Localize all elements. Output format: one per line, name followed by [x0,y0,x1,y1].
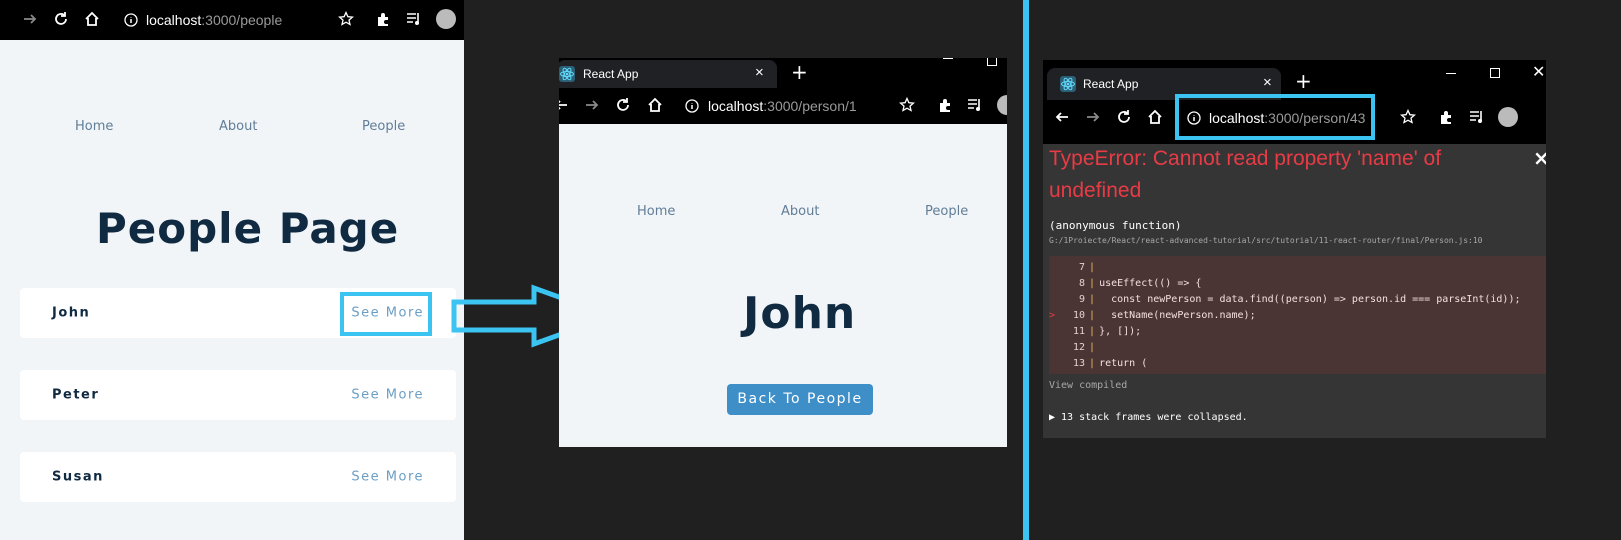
person-card: Peter See More [20,370,456,420]
code-line: 8 | useEffect(() => { [1079,278,1202,289]
nav-home[interactable]: Home [75,119,113,134]
home-icon[interactable] [647,97,663,117]
star-icon[interactable] [1400,108,1416,129]
avatar-icon[interactable] [997,95,1007,115]
person-card: Susan See More [20,452,456,502]
close-tab-icon[interactable]: × [755,64,764,81]
code-line: 12 | [1072,342,1096,353]
media-icon[interactable] [967,97,983,117]
address-bar[interactable]: localhost:3000/person/1 [708,98,857,114]
new-tab-icon[interactable]: + [1295,69,1312,93]
back-arrow-icon[interactable] [559,97,569,117]
code-line-error: >10 | setName(newPerson.name); [1049,310,1256,321]
person-title: John [743,288,857,339]
nav-home[interactable]: Home [637,204,675,219]
maximize-icon[interactable] [987,58,997,66]
forward-arrow-icon[interactable] [22,11,38,31]
avatar-icon[interactable] [1498,107,1518,127]
url-path: :3000/people [201,12,283,28]
media-icon[interactable] [406,11,422,31]
person-page-window: React App × + localhost:3000/person/1 Ho… [559,58,1007,447]
reload-icon[interactable] [1116,109,1132,129]
error-file-path: G:/1Proiecte/React/react-advanced-tutori… [1049,236,1483,245]
close-tab-icon[interactable]: × [1263,74,1272,91]
url-highlight [1175,94,1375,140]
code-line: 7 | [1079,262,1096,273]
nav-people[interactable]: People [362,119,405,134]
react-logo-icon [559,66,575,82]
code-line: 13 | return ( [1072,358,1148,369]
tab-react-app[interactable]: React App × [559,60,777,88]
code-line: 9 | const newPerson = data.find((person) … [1079,294,1521,305]
avatar-icon[interactable] [436,9,456,29]
close-overlay-icon[interactable]: × [1533,146,1546,170]
minimize-icon[interactable] [1446,73,1456,74]
browser-toolbar: React App × + localhost:3000/person/1 [559,58,1007,124]
forward-arrow-icon[interactable] [584,97,600,117]
tab-title: React App [583,67,639,81]
person-name: Susan [52,469,104,485]
reload-icon[interactable] [53,11,69,31]
extensions-icon[interactable] [375,11,391,31]
url-host: localhost [708,98,764,114]
page-title: People Page [96,204,400,253]
extensions-icon[interactable] [937,97,953,117]
people-page-window: localhost:3000/people Home About People … [0,0,464,540]
minimize-icon[interactable] [943,58,953,59]
collapsed-frames-toggle[interactable]: ▶ 13 stack frames were collapsed. [1049,412,1248,423]
forward-arrow-icon[interactable] [1085,109,1101,129]
view-compiled-link[interactable]: View compiled [1049,380,1127,391]
browser-toolbar: React App × + ✕ localhost:3000/person/43 [1043,60,1546,144]
see-more-link[interactable]: See More [351,470,424,485]
info-icon[interactable] [124,12,138,31]
maximize-icon[interactable] [1490,68,1500,78]
media-icon[interactable] [1469,109,1485,129]
error-page-window: React App × + ✕ localhost:3000/person/43 [1043,60,1546,438]
error-title-line2: undefined [1049,179,1142,202]
address-bar[interactable]: localhost:3000/people [146,12,282,28]
nav-people[interactable]: People [925,204,968,219]
error-title-line1: TypeError: Cannot read property 'name' o… [1049,147,1442,170]
person-name: Peter [52,387,100,403]
extensions-icon[interactable] [1438,109,1454,129]
home-icon[interactable] [84,11,100,31]
home-icon[interactable] [1147,109,1163,129]
tab-title: React App [1083,77,1139,91]
nav-about[interactable]: About [781,204,819,219]
code-line: 11 |}, []); [1072,326,1142,337]
star-icon[interactable] [899,96,915,117]
reload-icon[interactable] [615,97,631,117]
new-tab-icon[interactable]: + [791,60,808,84]
divider-line [1023,0,1029,540]
browser-toolbar: localhost:3000/people [0,0,464,40]
star-icon[interactable] [338,10,354,31]
see-more-highlight [340,292,432,336]
nav-about[interactable]: About [219,119,257,134]
url-host: localhost [146,12,202,28]
react-logo-icon [1060,76,1076,92]
back-to-people-button[interactable]: Back To People [727,384,873,415]
error-function-name: (anonymous function) [1049,219,1182,232]
info-icon[interactable] [685,98,699,117]
person-name: John [52,305,91,321]
back-arrow-icon[interactable] [1054,109,1070,129]
url-path: :3000/person/1 [763,98,857,114]
close-window-icon[interactable]: ✕ [1532,62,1545,81]
code-frame: 7 | 8 | useEffect(() => { 9 | const newPerso… [1049,256,1546,374]
see-more-link[interactable]: See More [351,388,424,403]
